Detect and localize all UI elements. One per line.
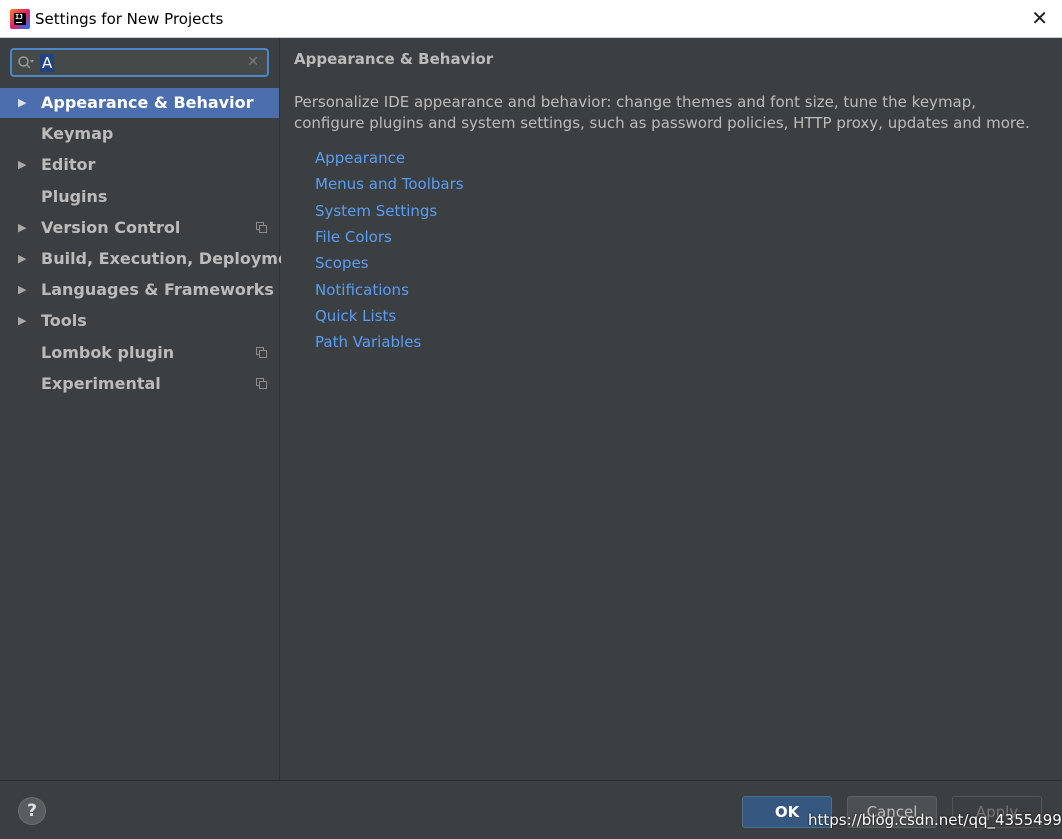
sidebar-item-keymap[interactable]: Keymap	[0, 119, 279, 149]
sidebar-item-label: Tools	[41, 311, 87, 330]
expand-arrow-icon[interactable]: ▶	[18, 306, 26, 336]
link-path-variables[interactable]: Path Variables	[315, 333, 421, 351]
sidebar-item-lombok-plugin[interactable]: Lombok plugin	[0, 338, 279, 368]
close-icon[interactable]: ✕	[1031, 8, 1048, 28]
sidebar-item-label: Plugins	[41, 187, 108, 206]
link-notifications[interactable]: Notifications	[315, 281, 409, 299]
sidebar-item-experimental[interactable]: Experimental	[0, 369, 279, 399]
search-input[interactable]: A ✕	[10, 48, 269, 77]
sidebar-item-editor[interactable]: ▶ Editor	[0, 150, 279, 180]
project-copy-icon	[256, 347, 267, 358]
expand-arrow-icon[interactable]: ▶	[18, 150, 26, 180]
sidebar-item-label: Keymap	[41, 124, 114, 143]
sidebar-item-plugins[interactable]: Plugins	[0, 182, 279, 212]
watermark-text: https://blog.csdn.net/qq_43554997	[808, 811, 1062, 829]
settings-content: Appearance & Behavior Personalize IDE ap…	[281, 38, 1062, 780]
clear-search-icon[interactable]: ✕	[247, 54, 259, 70]
project-copy-icon	[256, 378, 267, 389]
project-copy-icon	[256, 222, 267, 233]
sidebar-item-build-execution-deployment[interactable]: ▶ Build, Execution, Deployment	[0, 244, 308, 274]
link-quick-lists[interactable]: Quick Lists	[315, 307, 396, 325]
sidebar-item-label: Lombok plugin	[41, 343, 175, 362]
sidebar-item-appearance-and-behavior[interactable]: ▶ Appearance & Behavior	[0, 88, 279, 118]
link-appearance[interactable]: Appearance	[315, 149, 405, 167]
search-icon	[18, 56, 34, 69]
sidebar-item-label: Build, Execution, Deployment	[41, 249, 308, 268]
link-menus-and-toolbars[interactable]: Menus and Toolbars	[315, 175, 464, 193]
intellij-app-icon: IJ	[10, 9, 30, 29]
sidebar-item-label: Experimental	[41, 374, 161, 393]
expand-arrow-icon[interactable]: ▶	[18, 244, 26, 274]
help-button[interactable]: ?	[18, 797, 46, 825]
dialog-footer: ? OK Cancel Apply https://blog.csdn.net/…	[0, 780, 1062, 839]
sidebar-item-label: Languages & Frameworks	[41, 280, 274, 299]
link-system-settings[interactable]: System Settings	[315, 202, 437, 220]
sidebar-item-label: Appearance & Behavior	[41, 93, 254, 112]
expand-arrow-icon[interactable]: ▶	[18, 88, 26, 118]
title-bar: IJ Settings for New Projects ✕	[0, 0, 1062, 38]
expand-arrow-icon[interactable]: ▶	[18, 275, 26, 305]
expand-arrow-icon[interactable]: ▶	[18, 213, 26, 243]
window-title: Settings for New Projects	[35, 10, 224, 28]
link-file-colors[interactable]: File Colors	[315, 228, 392, 246]
link-scopes[interactable]: Scopes	[315, 254, 369, 272]
search-value: A	[40, 54, 55, 72]
sidebar-item-label: Version Control	[41, 218, 181, 237]
sidebar-item-version-control[interactable]: ▶ Version Control	[0, 213, 279, 243]
page-title: Appearance & Behavior	[294, 50, 494, 68]
sidebar-item-languages-and-frameworks[interactable]: ▶ Languages & Frameworks	[0, 275, 279, 305]
sidebar-item-label: Editor	[41, 155, 96, 174]
sidebar-item-tools[interactable]: ▶ Tools	[0, 306, 279, 336]
page-description: Personalize IDE appearance and behavior:…	[294, 93, 1030, 132]
settings-sidebar: A ✕ ▶ Appearance & Behavior Keymap ▶ Editor P…	[0, 38, 308, 780]
